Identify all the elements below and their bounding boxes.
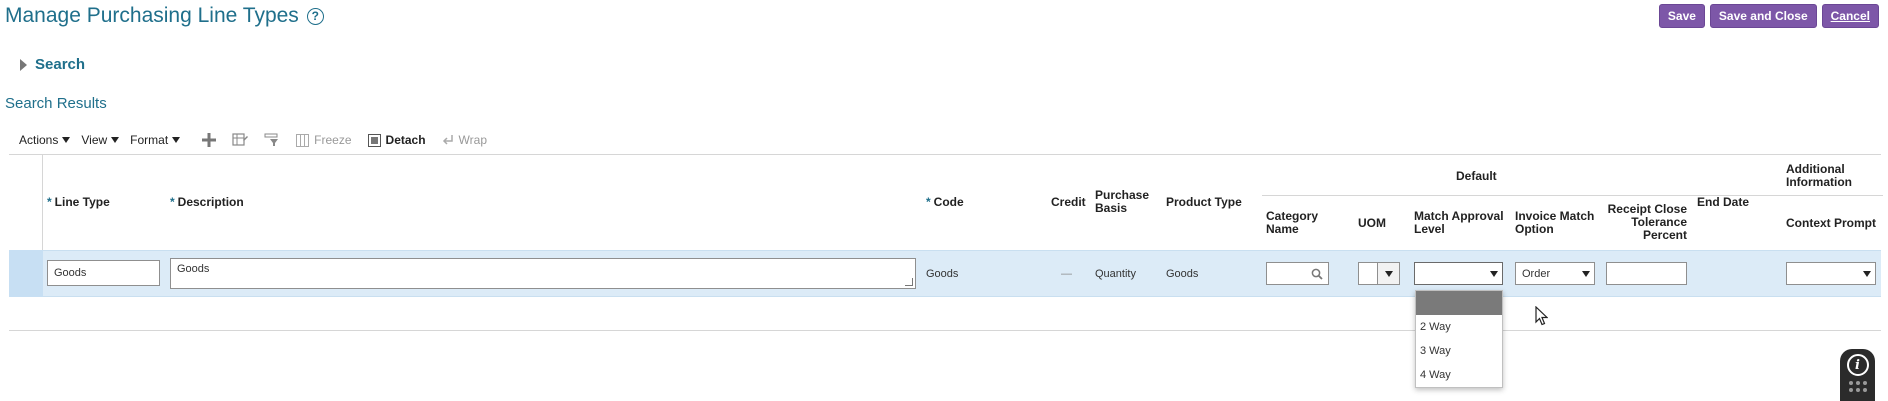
actions-menu-label: Actions — [19, 133, 59, 147]
chevron-down-icon — [1582, 270, 1590, 277]
credit-value: — — [1061, 268, 1072, 280]
invoice-match-option-value: Order — [1522, 267, 1551, 280]
col-header-description[interactable]: * Description — [170, 196, 244, 209]
category-name-input[interactable] — [1266, 262, 1329, 285]
col-header-code-label: Code — [933, 195, 964, 209]
page-title: Manage Purchasing Line Types ? — [5, 4, 324, 28]
save-button[interactable]: Save — [1658, 4, 1705, 28]
col-header-category-name[interactable]: Category Name — [1266, 210, 1336, 236]
col-header-match-approval-level[interactable]: Match Approval Level — [1414, 210, 1506, 236]
purchase-basis-value: Quantity — [1095, 268, 1136, 280]
dropdown-option-4-way[interactable]: 4 Way — [1416, 363, 1502, 387]
dropdown-option-blank[interactable] — [1416, 291, 1502, 315]
query-by-example-icon[interactable] — [264, 133, 280, 147]
line-type-input[interactable] — [47, 260, 160, 286]
info-icon: i — [1846, 354, 1869, 376]
expand-triangle-icon — [20, 58, 27, 71]
chevron-down-icon — [111, 137, 120, 143]
column-group-divider — [1262, 195, 1883, 196]
actions-menu[interactable]: Actions — [19, 133, 71, 147]
code-value: Goods — [926, 268, 959, 280]
uom-input[interactable] — [1358, 262, 1400, 285]
dropdown-option-3-way[interactable]: 3 Way — [1416, 339, 1502, 363]
detach-icon — [367, 133, 381, 147]
chevron-down-icon — [62, 137, 71, 143]
product-type-value: Goods — [1166, 268, 1199, 280]
search-results-title: Search Results — [5, 95, 107, 112]
match-approval-level-select[interactable] — [1414, 262, 1503, 285]
wrap-button[interactable]: Wrap — [442, 133, 487, 147]
search-icon[interactable] — [1311, 268, 1323, 280]
col-header-receipt-close-tolerance[interactable]: Receipt Close Tolerance Percent — [1606, 203, 1687, 242]
required-marker: * — [926, 195, 931, 209]
invoice-match-option-select[interactable]: Order — [1515, 262, 1595, 285]
cancel-button[interactable]: Cancel — [1821, 4, 1879, 28]
detach-label: Detach — [385, 133, 426, 147]
results-toolbar: Actions View Format Freeze Detach Wrap — [19, 131, 503, 149]
uom-dropdown-button[interactable] — [1377, 263, 1399, 284]
view-menu[interactable]: View — [81, 133, 120, 147]
col-header-purchase-basis[interactable]: Purchase Basis — [1095, 189, 1157, 215]
mouse-cursor-icon — [1535, 306, 1548, 326]
save-and-close-button[interactable]: Save and Close — [1709, 4, 1817, 28]
help-icon[interactable]: ? — [306, 7, 324, 25]
required-marker: * — [47, 195, 52, 209]
results-table — [9, 154, 1881, 331]
match-approval-level-dropdown-list: 2 Way 3 Way 4 Way — [1415, 290, 1503, 388]
view-menu-label: View — [81, 133, 108, 147]
search-section-toggle[interactable]: Search — [20, 56, 85, 73]
col-header-credit[interactable]: Credit — [1051, 196, 1086, 209]
wrap-icon — [442, 135, 453, 145]
description-value: Goods — [177, 263, 210, 275]
header-buttons: Save Save and Close Cancel — [1658, 4, 1879, 28]
page-title-text: Manage Purchasing Line Types — [5, 4, 299, 27]
chevron-down-icon — [172, 137, 181, 143]
chevron-down-icon — [1490, 270, 1498, 277]
col-header-code[interactable]: * Code — [926, 196, 964, 209]
receipt-close-tolerance-input[interactable] — [1606, 262, 1687, 285]
freeze-label: Freeze — [314, 133, 352, 147]
dropdown-option-2-way[interactable]: 2 Way — [1416, 315, 1502, 339]
row-header-cell[interactable] — [9, 250, 43, 297]
freeze-button[interactable]: Freeze — [296, 133, 352, 147]
save-and-close-label: Save and Close — [1718, 9, 1808, 23]
grid-dots-icon — [1848, 381, 1867, 392]
format-menu[interactable]: Format — [130, 133, 181, 147]
col-header-product-type[interactable]: Product Type — [1166, 196, 1242, 209]
required-marker: * — [170, 195, 175, 209]
col-header-line-type-label: Line Type — [54, 195, 110, 209]
col-group-additional-information: Additional Information — [1786, 162, 1852, 189]
col-header-line-type[interactable]: * Line Type — [47, 196, 110, 209]
add-row-icon[interactable] — [202, 133, 217, 147]
format-menu-label: Format — [130, 133, 169, 147]
chevron-down-icon — [1863, 270, 1871, 277]
freeze-icon — [296, 133, 310, 147]
col-header-end-date[interactable]: End Date — [1697, 196, 1749, 209]
col-header-uom[interactable]: UOM — [1358, 217, 1386, 230]
resize-handle-icon[interactable] — [905, 278, 913, 286]
info-badge[interactable]: i — [1840, 349, 1875, 401]
search-section-label: Search — [35, 56, 86, 73]
col-group-default: Default — [1456, 169, 1497, 183]
col-header-description-label: Description — [177, 195, 244, 209]
edit-columns-icon[interactable] — [232, 133, 249, 147]
col-header-context-prompt[interactable]: Context Prompt — [1786, 217, 1876, 230]
wrap-label: Wrap — [458, 133, 487, 147]
detach-button[interactable]: Detach — [367, 133, 426, 147]
cancel-label: Cancel — [1830, 9, 1870, 23]
col-header-invoice-match-option[interactable]: Invoice Match Option — [1515, 210, 1601, 236]
context-prompt-select[interactable] — [1786, 262, 1876, 285]
description-textarea[interactable]: Goods — [170, 258, 916, 289]
chevron-down-icon — [1384, 270, 1393, 277]
